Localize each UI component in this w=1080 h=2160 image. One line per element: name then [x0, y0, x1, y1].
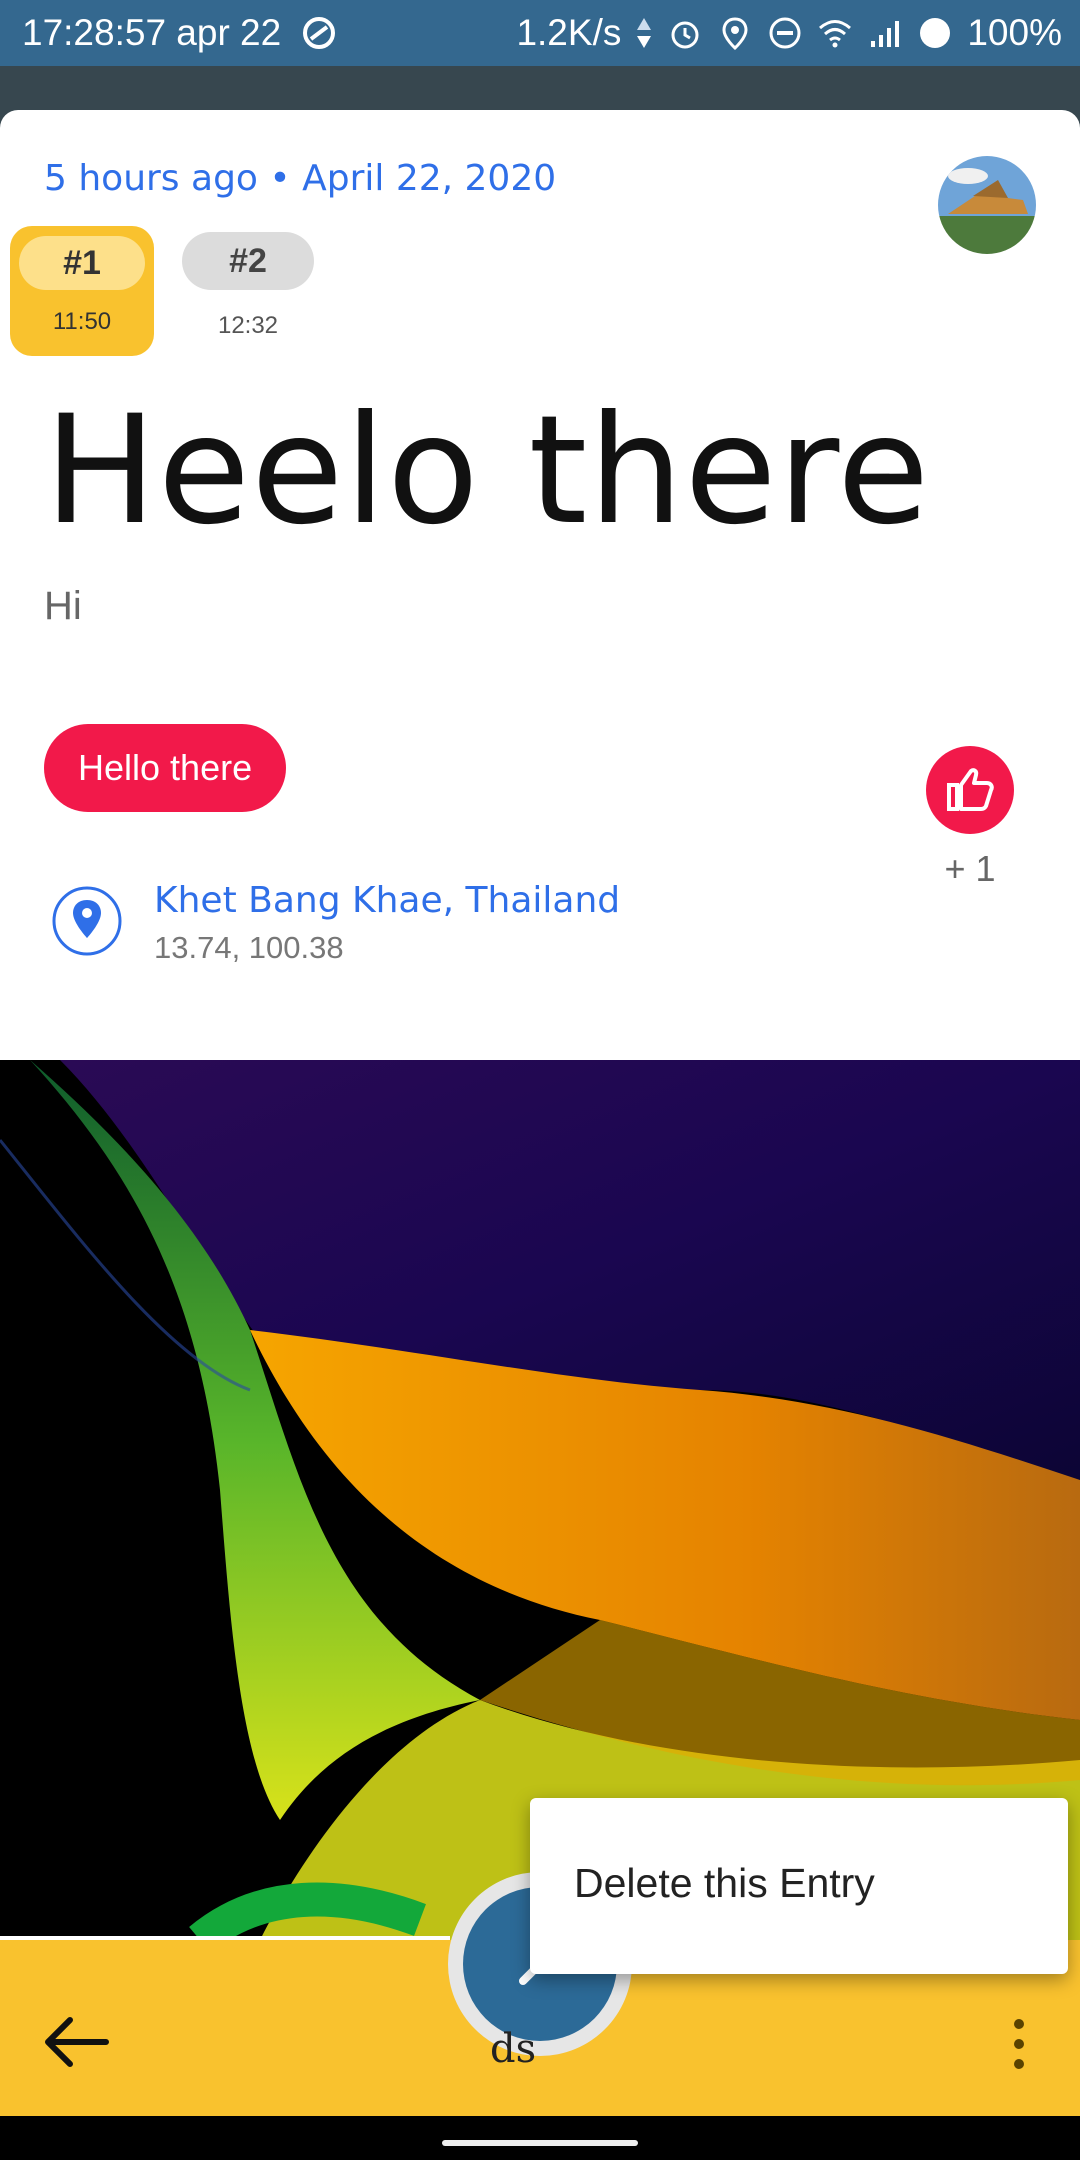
back-arrow-icon[interactable] — [38, 2004, 114, 2080]
tab-entry-1[interactable]: #1 11:50 — [10, 226, 154, 356]
signal-icon — [871, 21, 900, 47]
tab-time: 12:32 — [217, 312, 279, 339]
like-count: + 1 — [944, 848, 996, 889]
location-status-icon — [722, 17, 748, 51]
thumbs-up-icon — [947, 768, 994, 811]
tab-label: #1 — [19, 236, 145, 290]
vpn-icon — [303, 17, 336, 49]
avatar-image — [938, 156, 1036, 254]
location-name[interactable]: Khet Bang Khae, Thailand — [154, 880, 620, 921]
entry-timestamp: 5 hours ago • April 22, 2020 — [44, 158, 556, 199]
tab-entry-2[interactable]: #2 12:32 — [182, 232, 314, 340]
status-bar: 17:28:57 apr 22 1.2K/s 100% — [0, 0, 1080, 66]
battery-percent: 100% — [967, 12, 1062, 53]
tab-time: 11:50 — [52, 308, 112, 335]
system-navigation-bar — [0, 2116, 1080, 2160]
entry-body: Hi — [44, 584, 82, 628]
home-gesture-handle[interactable] — [442, 2140, 638, 2146]
fab-label-partial: ds — [490, 2026, 537, 2072]
avatar[interactable] — [938, 156, 1036, 254]
tag-chip[interactable]: Hello there — [44, 724, 287, 812]
like-button[interactable] — [926, 746, 1014, 834]
entry-title: Heelo there — [44, 384, 931, 558]
relative-time: 5 hours ago — [44, 158, 258, 199]
more-options-icon[interactable] — [1004, 2014, 1034, 2074]
do-not-disturb-icon — [769, 17, 801, 49]
tab-label: #2 — [182, 232, 314, 290]
wifi-icon — [819, 20, 852, 48]
menu-item-delete-entry[interactable]: Delete this Entry — [574, 1860, 875, 1907]
status-time: 17:28:57 apr 22 — [22, 12, 282, 53]
entry-card: 5 hours ago • April 22, 2020 #1 11:50 #2… — [0, 110, 1080, 1060]
overflow-menu: Delete this Entry — [530, 1798, 1068, 1974]
entry-date: April 22, 2020 — [302, 158, 557, 199]
app-top-area — [0, 66, 1080, 110]
map-pin-icon — [52, 886, 122, 956]
data-arrows-icon — [637, 18, 652, 48]
location-coordinates: 13.74, 100.38 — [154, 930, 344, 965]
network-speed: 1.2K/s — [516, 12, 622, 53]
alarm-icon — [671, 21, 699, 49]
bullet-separator: • — [269, 158, 303, 199]
battery-icon — [920, 18, 951, 48]
